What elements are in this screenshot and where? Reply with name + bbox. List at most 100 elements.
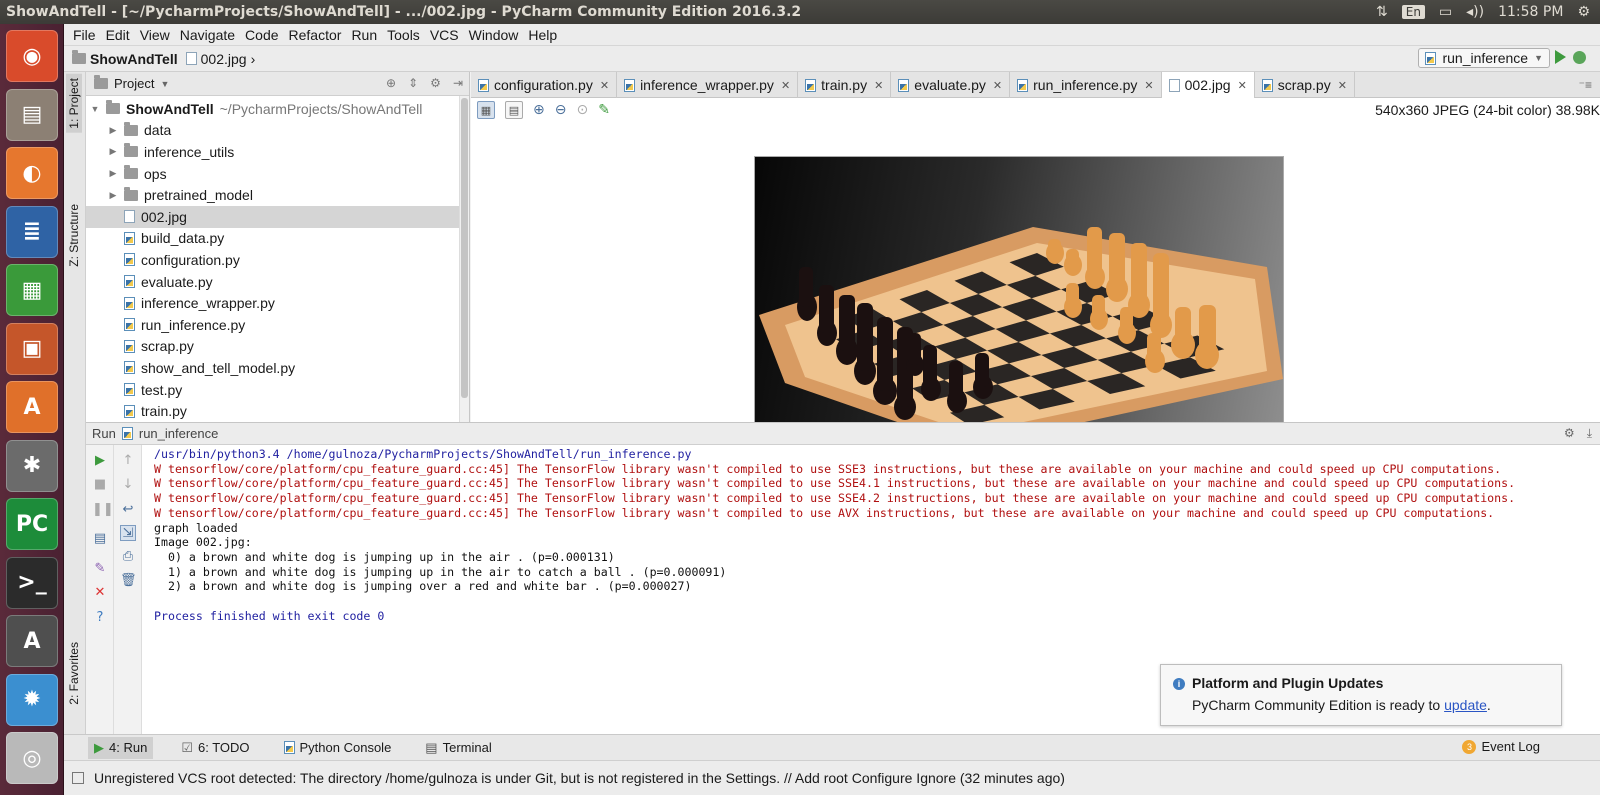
toggle-grid-icon[interactable]: ▤ xyxy=(505,101,523,119)
target-icon[interactable]: ⊕ xyxy=(386,76,396,90)
restore-layout-icon[interactable]: ▤ xyxy=(92,531,108,547)
editor-tab[interactable]: train.py ✕ xyxy=(798,72,892,98)
ubuntu-dash-icon[interactable]: ◉ xyxy=(6,30,58,82)
close-tab-icon[interactable]: ✕ xyxy=(993,79,1002,92)
tree-folder[interactable]: ▶ data xyxy=(86,120,469,142)
collapsed-arrow-icon[interactable]: ▶ xyxy=(108,146,118,157)
tree-file[interactable]: scrap.py xyxy=(86,336,469,358)
menu-tools[interactable]: Tools xyxy=(382,27,425,43)
menu-navigate[interactable]: Navigate xyxy=(175,27,240,43)
tab-run[interactable]: ▶ 4: Run xyxy=(88,736,154,759)
close-tab-icon[interactable]: ✕ xyxy=(874,79,883,92)
tree-file[interactable]: run_inference.py xyxy=(86,314,469,336)
menu-code[interactable]: Code xyxy=(240,27,283,43)
scroll-up-icon[interactable]: ↑ xyxy=(120,453,136,469)
software-center-icon[interactable]: A xyxy=(6,381,58,433)
tree-folder[interactable]: ▶ pretrained_model xyxy=(86,184,469,206)
network-icon[interactable]: ⇅ xyxy=(1376,4,1388,20)
clear-all-icon[interactable]: 🗑 xyxy=(120,573,137,589)
run-configuration-select[interactable]: run_inference ▼ xyxy=(1418,48,1550,68)
close-tab-icon[interactable]: ✕ xyxy=(781,79,790,92)
scrollbar-thumb[interactable] xyxy=(461,98,468,398)
collapsed-arrow-icon[interactable]: ▶ xyxy=(108,125,118,136)
expanded-arrow-icon[interactable]: ▼ xyxy=(90,104,100,114)
tree-root[interactable]: ▼ ShowAndTell ~/PycharmProjects/ShowAndT… xyxy=(86,98,469,120)
breadcrumb-project[interactable]: ShowAndTell xyxy=(72,50,178,67)
editor-tab[interactable]: configuration.py ✕ xyxy=(471,72,618,98)
menu-help[interactable]: Help xyxy=(523,27,562,43)
calc-icon[interactable]: ▦ xyxy=(6,264,58,316)
editor-tab[interactable]: evaluate.py ✕ xyxy=(891,72,1011,98)
chevron-down-icon[interactable]: ▼ xyxy=(160,79,169,89)
project-tree-scrollbar[interactable] xyxy=(459,96,469,422)
tree-folder[interactable]: ▶ ops xyxy=(86,163,469,185)
toggle-tool-buttons-icon[interactable] xyxy=(72,772,84,784)
tab-project-tool[interactable]: 1: Project xyxy=(66,74,82,133)
settings-icon[interactable]: ✱ xyxy=(6,439,58,492)
run-button[interactable] xyxy=(1555,50,1566,64)
tree-file[interactable]: train.py xyxy=(86,400,469,422)
close-tab-icon[interactable]: ✕ xyxy=(1238,79,1247,92)
power-icon[interactable]: ⚙ xyxy=(1577,4,1590,20)
volume-icon[interactable]: ◂)) xyxy=(1466,4,1484,20)
color-picker-icon[interactable]: ✎ xyxy=(598,102,610,118)
menu-refactor[interactable]: Refactor xyxy=(284,27,347,43)
updater-icon[interactable]: A xyxy=(6,615,58,667)
pycharm-icon[interactable]: PC xyxy=(6,498,58,550)
soft-wrap-icon[interactable]: ↩ xyxy=(120,502,136,518)
run-tab-label[interactable]: run_inference xyxy=(139,426,219,441)
zoom-out-icon[interactable]: ⊖ xyxy=(555,102,567,118)
impress-icon[interactable]: ▣ xyxy=(6,322,58,375)
gear-icon[interactable]: ⚙ xyxy=(430,76,441,90)
close-tab-icon[interactable]: ✕ xyxy=(1338,79,1347,92)
tree-file[interactable]: configuration.py xyxy=(86,249,469,271)
tab-favorites-tool[interactable]: 2: Favorites xyxy=(66,638,82,709)
console-output[interactable]: /usr/bin/python3.4 /home/gulnoza/Pycharm… xyxy=(154,447,1596,623)
hide-panel-icon[interactable]: ⇥ xyxy=(453,76,463,90)
tree-file[interactable]: show_and_tell_model.py xyxy=(86,357,469,379)
tab-terminal[interactable]: ▤ Terminal xyxy=(419,737,497,759)
dvd-icon[interactable]: ◎ xyxy=(6,732,58,784)
help-icon[interactable]: ? xyxy=(92,610,108,626)
menu-vcs[interactable]: VCS xyxy=(425,27,464,43)
editor-tab[interactable]: inference_wrapper.py ✕ xyxy=(617,72,799,98)
pause-icon[interactable]: ❚❚ xyxy=(92,502,114,518)
tree-file[interactable]: 002.jpg xyxy=(86,205,469,228)
menu-window[interactable]: Window xyxy=(464,27,524,43)
hide-panel-icon[interactable]: ⤓ xyxy=(1587,426,1592,441)
battery-icon[interactable]: ▭ xyxy=(1439,4,1452,20)
tab-todo[interactable]: ☑ 6: TODO xyxy=(175,737,255,759)
toggle-chessboard-icon[interactable]: ▦ xyxy=(477,101,495,119)
debug-button[interactable] xyxy=(1573,51,1586,64)
tree-file[interactable]: test.py xyxy=(86,379,469,401)
tree-file[interactable]: build_data.py xyxy=(86,228,469,250)
update-link[interactable]: update xyxy=(1444,697,1487,713)
clock[interactable]: 11:58 PM xyxy=(1498,4,1563,20)
close-tab-icon[interactable]: ✕ xyxy=(1144,79,1153,92)
firefox-icon[interactable]: ◐ xyxy=(6,147,58,199)
tabs-overflow-icon[interactable]: ⁻≡ xyxy=(1571,78,1600,92)
menu-run[interactable]: Run xyxy=(346,27,382,43)
tree-file[interactable]: inference_wrapper.py xyxy=(86,292,469,314)
terminal-icon[interactable]: >_ xyxy=(6,556,58,609)
editor-tab[interactable]: run_inference.py ✕ xyxy=(1010,72,1162,98)
tab-structure-tool[interactable]: Z: Structure xyxy=(66,200,82,271)
collapsed-arrow-icon[interactable]: ▶ xyxy=(108,168,118,179)
menu-view[interactable]: View xyxy=(135,27,175,43)
zoom-in-icon[interactable]: ⊕ xyxy=(533,102,545,118)
tab-event-log[interactable]: 3 Event Log xyxy=(1462,739,1540,754)
display-icon[interactable]: ✹ xyxy=(6,673,58,726)
pin-tab-icon[interactable]: ✎ xyxy=(92,561,108,577)
scroll-down-icon[interactable]: ↓ xyxy=(120,477,136,493)
stop-icon[interactable]: ■ xyxy=(92,477,108,493)
files-icon[interactable]: ▤ xyxy=(6,88,58,141)
tab-python-console[interactable]: Python Console xyxy=(278,737,398,758)
project-panel-title[interactable]: Project xyxy=(114,76,154,91)
rerun-icon[interactable]: ▶ xyxy=(92,453,108,469)
collapsed-arrow-icon[interactable]: ▶ xyxy=(108,190,118,201)
close-tab-icon[interactable]: ✕ xyxy=(600,79,609,92)
gear-icon[interactable]: ⚙ xyxy=(1564,426,1575,441)
writer-icon[interactable]: ≣ xyxy=(6,205,58,258)
tree-folder[interactable]: ▶ inference_utils xyxy=(86,141,469,163)
actual-size-icon[interactable]: ⊙ xyxy=(576,102,588,118)
